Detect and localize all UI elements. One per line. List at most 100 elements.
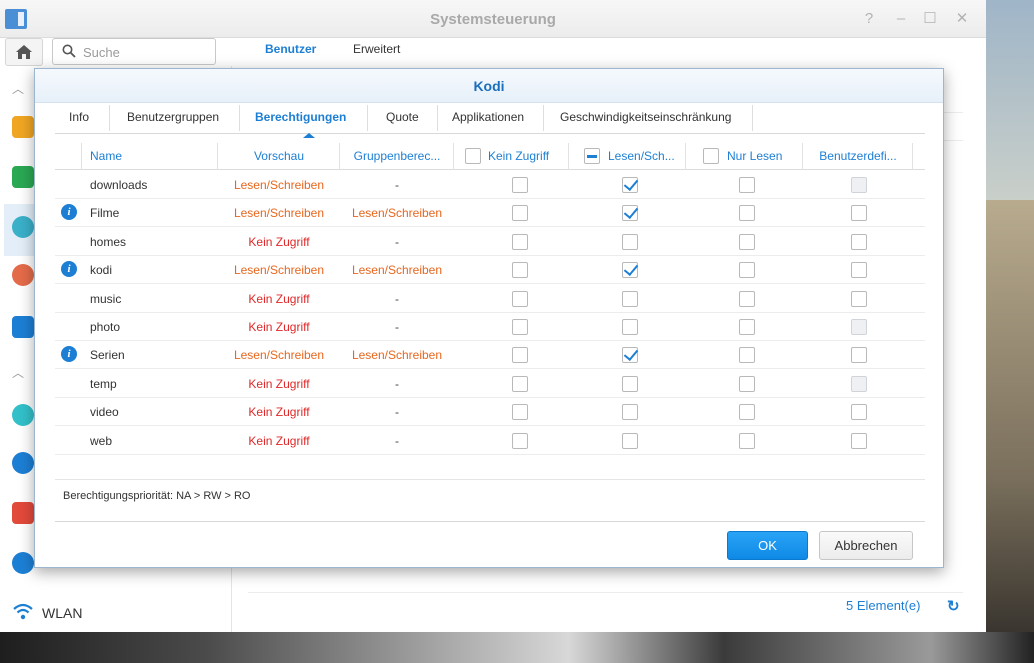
minimize-icon[interactable]: – [892, 10, 910, 28]
user-edit-dialog: Kodi Info Benutzergruppen Berechtigungen… [34, 68, 944, 568]
help-icon[interactable]: ? [860, 10, 878, 28]
checkbox-read-write[interactable] [622, 205, 638, 222]
collapse-caret-icon-2[interactable]: ︿ [12, 364, 24, 381]
checkbox-no-access[interactable] [512, 347, 528, 364]
checkbox-read-only[interactable] [739, 319, 755, 335]
checkbox-custom[interactable] [851, 347, 867, 364]
checkbox-read-write[interactable] [622, 177, 638, 193]
checkbox-read-write[interactable] [622, 233, 638, 250]
col-benutzerdefiniert[interactable]: Benutzerdefi... [804, 149, 912, 163]
ok-button[interactable]: OK [727, 531, 808, 560]
checkbox-custom[interactable] [851, 262, 867, 279]
checkbox-no-access[interactable] [512, 319, 528, 335]
maximize-icon[interactable]: ☐ [921, 10, 939, 28]
search-placeholder: Suche [83, 45, 120, 60]
checkbox-read-only[interactable] [739, 375, 755, 392]
checkbox-read-only[interactable] [739, 262, 755, 279]
photo-sand [984, 200, 1034, 663]
domain-ldap-icon[interactable] [12, 316, 34, 338]
info-icon[interactable]: i [61, 204, 77, 221]
external-access-icon[interactable] [12, 452, 34, 474]
checkbox-read-write[interactable] [622, 290, 638, 307]
table-row[interactable]: downloads Lesen/Schreiben - [55, 171, 925, 199]
checkbox-custom[interactable] [851, 233, 867, 250]
header-checkbox-read-only[interactable] [703, 148, 719, 164]
checkbox-read-only[interactable] [739, 205, 755, 222]
tab-info[interactable]: Info [55, 103, 103, 133]
col-gruppenberechtigung[interactable]: Gruppenberec... [341, 149, 453, 163]
tab-erweitert[interactable]: Erweitert [353, 42, 400, 56]
file-services-icon[interactable] [12, 166, 34, 188]
checkbox-no-access[interactable] [512, 177, 528, 193]
checkbox-read-write[interactable] [622, 375, 638, 392]
tab-benutzer[interactable]: Benutzer [265, 42, 316, 56]
share-name: homes [90, 234, 127, 249]
table-row[interactable]: music Kein Zugriff - [55, 285, 925, 313]
dialog-title[interactable]: Kodi [35, 69, 943, 103]
table-row[interactable]: temp Kein Zugriff - [55, 370, 925, 398]
tab-benutzergruppen[interactable]: Benutzergruppen [113, 103, 233, 133]
checkbox-no-access[interactable] [512, 375, 528, 392]
checkbox-custom[interactable] [851, 205, 867, 222]
quickconnect-icon[interactable] [12, 404, 34, 426]
collapse-caret-icon[interactable]: ︿ [12, 80, 24, 97]
home-button[interactable] [5, 38, 43, 66]
checkbox-read-only[interactable] [739, 432, 755, 449]
header-checkbox-no-access[interactable] [465, 148, 481, 164]
user-icon[interactable] [12, 216, 34, 238]
checkbox-custom[interactable] [851, 432, 867, 449]
checkbox-no-access[interactable] [512, 432, 528, 449]
tab-applikationen[interactable]: Applikationen [438, 103, 538, 133]
checkbox-read-only[interactable] [739, 347, 755, 364]
checkbox-no-access[interactable] [512, 290, 528, 307]
checkbox-read-only[interactable] [739, 404, 755, 421]
info-icon[interactable]: i [61, 346, 77, 363]
table-row[interactable]: i kodi Lesen/Schreiben Lesen/Schreiben [55, 256, 925, 285]
checkbox-read-write[interactable] [622, 432, 638, 449]
checkbox-read-write[interactable] [622, 404, 638, 421]
col-vorschau[interactable]: Vorschau [219, 149, 339, 163]
network-icon[interactable] [12, 502, 34, 524]
checkbox-read-write[interactable] [622, 262, 638, 279]
table-row[interactable]: homes Kein Zugriff - [55, 228, 925, 256]
home-icon [16, 45, 32, 59]
search-input[interactable]: Suche [52, 38, 216, 65]
checkbox-no-access[interactable] [512, 205, 528, 222]
checkbox-custom[interactable] [851, 404, 867, 421]
tab-quote[interactable]: Quote [372, 103, 433, 133]
col-kein-zugriff: Kein Zugriff [488, 149, 550, 163]
checkbox-no-access[interactable] [512, 404, 528, 421]
group-icon[interactable] [12, 264, 34, 286]
table-row[interactable]: video Kein Zugriff - [55, 398, 925, 427]
checkbox-read-write[interactable] [622, 347, 638, 364]
info-icon[interactable]: i [61, 261, 77, 278]
tab-geschwindigkeitseinschraenkung[interactable]: Geschwindigkeitseinschränkung [546, 103, 745, 133]
refresh-icon[interactable]: ↻ [947, 597, 960, 615]
checkbox-read-only[interactable] [739, 290, 755, 307]
group-permission: - [395, 178, 399, 192]
checkbox-read-only[interactable] [739, 233, 755, 250]
window-titlebar[interactable]: Systemsteuerung ? – ☐ ✕ [0, 0, 986, 38]
wlan-icon[interactable] [12, 602, 34, 622]
col-name[interactable]: Name [90, 149, 122, 163]
shared-folder-icon[interactable] [12, 116, 34, 138]
checkbox-read-only[interactable] [739, 177, 755, 193]
preview-permission: Kein Zugriff [248, 376, 310, 391]
cancel-button[interactable]: Abbrechen [819, 531, 913, 560]
table-row[interactable]: i Filme Lesen/Schreiben Lesen/Schreiben [55, 199, 925, 228]
header-checkbox-read-write[interactable] [584, 148, 600, 164]
table-row[interactable]: web Kein Zugriff - [55, 427, 925, 455]
tab-berechtigungen[interactable]: Berechtigungen [241, 103, 360, 133]
checkbox-read-write[interactable] [622, 319, 638, 335]
dhcp-server-icon[interactable] [12, 552, 34, 574]
checkbox-no-access[interactable] [512, 262, 528, 279]
checkbox-no-access[interactable] [512, 233, 528, 250]
checkbox-custom[interactable] [851, 290, 867, 307]
share-name: Filme [90, 206, 120, 221]
table-row[interactable]: photo Kein Zugriff - [55, 313, 925, 341]
sidebar-item-wlan[interactable]: WLAN [42, 605, 82, 621]
preview-permission: Kein Zugriff [248, 291, 310, 306]
photo-sky [984, 0, 1034, 200]
table-row[interactable]: i Serien Lesen/Schreiben Lesen/Schreiben [55, 341, 925, 370]
close-icon[interactable]: ✕ [953, 10, 971, 28]
